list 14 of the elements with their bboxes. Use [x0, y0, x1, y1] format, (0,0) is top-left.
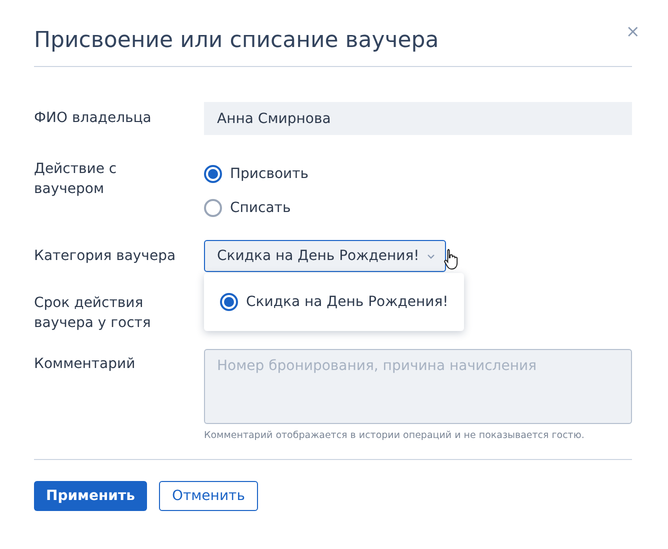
- field-label: Действие с ваучером: [34, 160, 118, 199]
- text-field[interactable]: Анна Смирнова: [204, 102, 632, 135]
- radio-label[interactable]: Скидка на День Рождения!: [246, 294, 448, 310]
- hint-text: Комментарий отображается в истории операций и не показывается гостю.: [204, 430, 586, 441]
- field-label: ФИО владельца: [34, 109, 152, 128]
- field-label: Срок действия ваучера у гостя: [34, 294, 152, 333]
- cancel-button[interactable]: Отменить: [158, 481, 258, 511]
- radio-label[interactable]: Присвоить: [230, 166, 309, 182]
- category-dropdown[interactable]: Скидка на День Рождения!: [204, 240, 446, 272]
- field-label: Категория ваучера: [34, 247, 177, 266]
- field-label: Комментарий: [34, 355, 136, 374]
- comment-field[interactable]: Номер бронирования, причина начисления: [204, 349, 632, 424]
- radio-label[interactable]: Списать: [230, 200, 291, 216]
- apply-button[interactable]: Применить: [34, 481, 147, 511]
